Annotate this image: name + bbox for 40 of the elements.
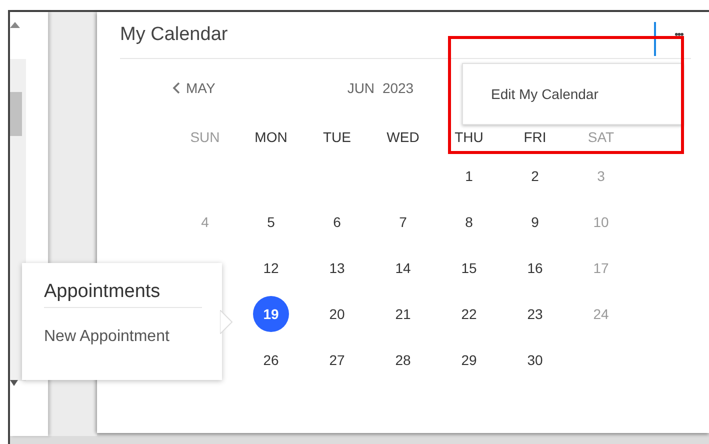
day-cell[interactable]: 21 [385, 296, 421, 332]
day-cell[interactable]: 14 [385, 250, 421, 286]
day-cell[interactable]: 6 [319, 204, 355, 240]
day-cell[interactable]: 16 [517, 250, 553, 286]
day-cell[interactable]: 8 [451, 204, 487, 240]
day-cell[interactable]: 12 [253, 250, 289, 286]
day-cell[interactable]: 1 [451, 158, 487, 194]
popover-title: Appointments [44, 281, 202, 308]
month-label: JUN 2023 [347, 80, 414, 96]
weekday-label: TUE [322, 128, 352, 147]
weekday-label: WED [386, 128, 420, 147]
calendar-title: My Calendar [120, 24, 228, 46]
day-cell[interactable]: 5 [253, 204, 289, 240]
weekday-label: MON [254, 128, 288, 147]
chevron-left-icon [172, 82, 180, 94]
more-button[interactable]: ••• [670, 29, 687, 41]
weekday-label: THU [454, 128, 484, 147]
day-cell[interactable]: 20 [319, 296, 355, 332]
day-cell[interactable]: 2 [517, 158, 553, 194]
day-cell[interactable]: 13 [319, 250, 355, 286]
menu-item[interactable]: Edit My Calendar [463, 82, 598, 106]
weekday-label: SAT [586, 128, 616, 147]
day-cell[interactable]: 19 [253, 296, 289, 332]
weekday-label: SUN [189, 128, 221, 147]
popover-item[interactable]: New Appointment [44, 328, 170, 346]
day-cell[interactable]: 26 [253, 342, 289, 378]
day-cell[interactable]: 7 [385, 204, 421, 240]
day-cell[interactable]: 30 [517, 342, 553, 378]
text-cursor [654, 22, 656, 56]
day-cell[interactable]: 23 [517, 296, 553, 332]
previous-month-button[interactable]: MAY [172, 80, 216, 96]
scroll-up-icon[interactable] [10, 22, 20, 28]
scrollbar-thumb[interactable] [10, 92, 22, 136]
weekday-label: FRI [522, 128, 548, 147]
day-cell[interactable]: 28 [385, 342, 421, 378]
day-cell[interactable]: 15 [451, 250, 487, 286]
day-cell[interactable]: 9 [517, 204, 553, 240]
day-cell[interactable]: 27 [319, 342, 355, 378]
day-cell[interactable]: 22 [451, 296, 487, 332]
day-cell[interactable]: 29 [451, 342, 487, 378]
